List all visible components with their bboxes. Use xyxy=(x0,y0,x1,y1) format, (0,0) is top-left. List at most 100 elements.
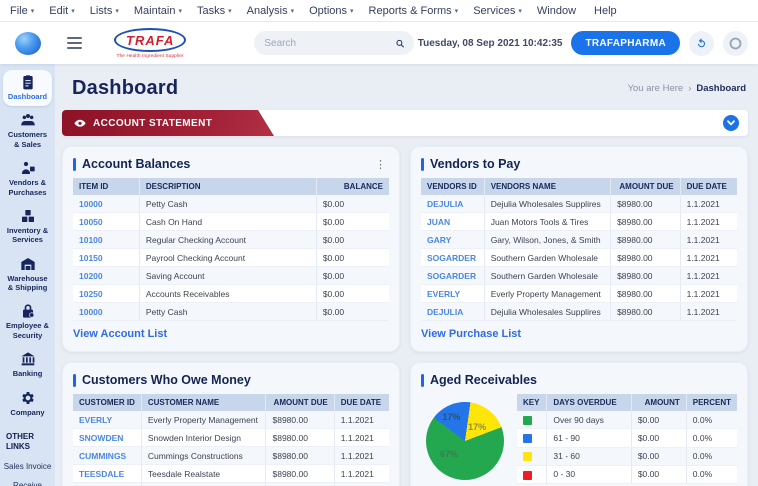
vendor-id-link[interactable]: SOGARDER xyxy=(421,267,484,285)
sidebar-link-receive-money-form[interactable]: Receive Money Form xyxy=(0,481,55,486)
menu-item[interactable]: Maintain ▾ xyxy=(134,5,182,17)
column-header[interactable]: DUE DATE xyxy=(334,394,389,411)
table-row[interactable]: 61 - 90 $0.00 0.0% xyxy=(517,429,737,447)
vendor-name-cell: Everly Property Management xyxy=(484,285,610,303)
column-header[interactable]: VENDORS ID xyxy=(421,178,484,195)
column-header[interactable]: AMOUNT DUE xyxy=(266,394,334,411)
sidebar-item-employee-security[interactable]: Employee & Security xyxy=(3,299,52,345)
item-id-link[interactable]: 10000 xyxy=(73,195,139,213)
menu-item[interactable]: Services ▾ xyxy=(473,5,522,17)
customer-id-link[interactable]: CUMMINGS xyxy=(73,447,141,465)
column-header[interactable]: DESCRIPTION xyxy=(139,178,316,195)
customer-name-cell: Teesdale Realstate xyxy=(141,465,266,483)
table-row[interactable]: Over 90 days $0.00 0.0% xyxy=(517,411,737,429)
table-row[interactable]: DEJULIA Dejulia Wholesales Supplires $89… xyxy=(421,303,737,321)
view-account-list-link[interactable]: View Account List xyxy=(73,328,167,340)
table-row[interactable]: SOGARDER Southern Garden Wholesale $8980… xyxy=(421,267,737,285)
search-input[interactable] xyxy=(264,38,396,49)
table-row[interactable]: TEESDALE Teesdale Realstate $8980.00 1.1… xyxy=(73,465,389,483)
sidebar-item-inventory-services[interactable]: Inventory & Services xyxy=(3,204,52,250)
refresh-button[interactable] xyxy=(689,31,714,56)
menu-item[interactable]: File ▾ xyxy=(10,5,34,17)
customer-id-link[interactable]: SNOWDEN xyxy=(73,483,141,486)
item-id-link[interactable]: 10200 xyxy=(73,267,139,285)
table-row[interactable]: 0 - 30 $0.00 0.0% xyxy=(517,465,737,483)
table-row[interactable]: JUAN Juan Motors Tools & Tires $8980.00 … xyxy=(421,213,737,231)
breadcrumb-current[interactable]: Dashboard xyxy=(696,83,746,94)
kebab-menu-icon[interactable]: ⋮ xyxy=(372,158,389,171)
column-header[interactable]: ITEM ID xyxy=(73,178,139,195)
power-button[interactable] xyxy=(723,31,748,56)
hamburger-menu-icon[interactable] xyxy=(67,37,82,49)
table-row[interactable]: 10000 Petty Cash $0.00 xyxy=(73,303,389,321)
menu-item[interactable]: Reports & Forms ▾ xyxy=(369,5,459,17)
item-id-link[interactable]: 10150 xyxy=(73,249,139,267)
column-header[interactable]: VENDORS NAME xyxy=(484,178,610,195)
company-logo: TRAFA The Health Ingredient Supplier xyxy=(114,28,186,58)
column-header[interactable]: BALANCE xyxy=(316,178,389,195)
vendor-id-link[interactable]: JUAN xyxy=(421,213,484,231)
sidebar-item-warehouse-shipping[interactable]: Warehouse & Shipping xyxy=(3,252,52,298)
view-purchase-list-link[interactable]: View Purchase List xyxy=(421,328,521,340)
collapse-chevron-button[interactable] xyxy=(723,115,739,131)
table-row[interactable]: SOGARDER Southern Garden Wholesale $8980… xyxy=(421,249,737,267)
menu-item[interactable]: Edit ▾ xyxy=(49,5,74,17)
sidebar-item-dashboard[interactable]: Dashboard xyxy=(3,70,52,106)
item-id-link[interactable]: 10250 xyxy=(73,285,139,303)
description-cell: Accounts Receivables xyxy=(139,285,316,303)
column-header[interactable]: PERCENT xyxy=(686,394,737,411)
company-button[interactable]: TRAFAPHARMA xyxy=(571,31,680,55)
table-row[interactable]: GARY Gary, Wilson, Jones, & Smith $8980.… xyxy=(421,231,737,249)
customer-id-link[interactable]: SNOWDEN xyxy=(73,429,141,447)
vendor-id-link[interactable]: GARY xyxy=(421,231,484,249)
column-header[interactable]: AMOUNT xyxy=(631,394,686,411)
table-row[interactable]: SNOWDEN Snowden Interior Design $8980.00… xyxy=(73,429,389,447)
sidebar-item-banking[interactable]: Banking xyxy=(3,347,52,383)
column-header[interactable]: AMOUNT DUE xyxy=(611,178,681,195)
menu-item[interactable]: Help xyxy=(594,5,620,17)
menu-item[interactable]: Analysis ▾ xyxy=(247,5,294,17)
table-row[interactable]: SNOWDEN Snowden Interior Design $8980.00… xyxy=(73,483,389,486)
column-header[interactable]: CUSTOMER ID xyxy=(73,394,141,411)
vendor-id-link[interactable]: DEJULIA xyxy=(421,195,484,213)
table-row[interactable]: 10150 Payrool Checking Account $0.00 xyxy=(73,249,389,267)
main-content: Dashboard You are Here › Dashboard ACCOU… xyxy=(55,64,758,486)
vendor-id-link[interactable]: SOGARDER xyxy=(421,249,484,267)
table-row[interactable]: DEJULIA Dejulia Wholesales Supplires $89… xyxy=(421,195,737,213)
item-id-link[interactable]: 10050 xyxy=(73,213,139,231)
customer-id-link[interactable]: TEESDALE xyxy=(73,465,141,483)
table-row[interactable]: EVERLY Everly Property Management $8980.… xyxy=(73,411,389,429)
vendor-id-link[interactable]: EVERLY xyxy=(421,285,484,303)
vendor-id-link[interactable]: DEJULIA xyxy=(421,303,484,321)
sidebar-item-vendors-purchases[interactable]: Vendors & Purchases xyxy=(3,156,52,202)
account-balances-table: ITEM ID DESCRIPTION BALANCE 10000 Petty … xyxy=(73,178,389,321)
table-row[interactable]: 10000 Petty Cash $0.00 xyxy=(73,195,389,213)
menu-item[interactable]: Lists ▾ xyxy=(90,5,119,17)
table-row[interactable]: 31 - 60 $0.00 0.0% xyxy=(517,447,737,465)
item-id-link[interactable]: 10100 xyxy=(73,231,139,249)
banking-icon xyxy=(20,351,36,367)
search-icon[interactable] xyxy=(396,37,404,50)
column-header[interactable]: DUE DATE xyxy=(680,178,737,195)
table-row[interactable]: 10050 Cash On Hand $0.00 xyxy=(73,213,389,231)
amount-due-cell: $8980.00 xyxy=(611,303,681,321)
table-row[interactable]: 10250 Accounts Receivables $0.00 xyxy=(73,285,389,303)
sidebar-item-customers-sales[interactable]: Customers & Sales xyxy=(3,108,52,154)
chevron-right-icon: › xyxy=(688,83,691,94)
menu-item[interactable]: Window xyxy=(537,5,579,17)
item-id-link[interactable]: 10000 xyxy=(73,303,139,321)
table-row[interactable]: EVERLY Everly Property Management $8980.… xyxy=(421,285,737,303)
sidebar-item-company[interactable]: Company xyxy=(3,386,52,422)
account-statement-bar[interactable]: ACCOUNT STATEMENT xyxy=(62,110,748,136)
menu-item[interactable]: Options ▾ xyxy=(309,5,353,17)
column-header[interactable]: CUSTOMER NAME xyxy=(141,394,266,411)
table-row[interactable]: 10200 Saving Account $0.00 xyxy=(73,267,389,285)
sidebar-link-sales-invoice[interactable]: Sales Invoice xyxy=(4,462,52,472)
customer-id-link[interactable]: EVERLY xyxy=(73,411,141,429)
table-row[interactable]: CUMMINGS Cummings Constructions $8980.00… xyxy=(73,447,389,465)
table-row[interactable]: 10100 Regular Checking Account $0.00 xyxy=(73,231,389,249)
column-header[interactable]: DAYS OVERDUE xyxy=(547,394,631,411)
menu-item[interactable]: Tasks ▾ xyxy=(197,5,232,17)
column-header[interactable]: KEY xyxy=(517,394,547,411)
search-box[interactable] xyxy=(254,31,414,55)
